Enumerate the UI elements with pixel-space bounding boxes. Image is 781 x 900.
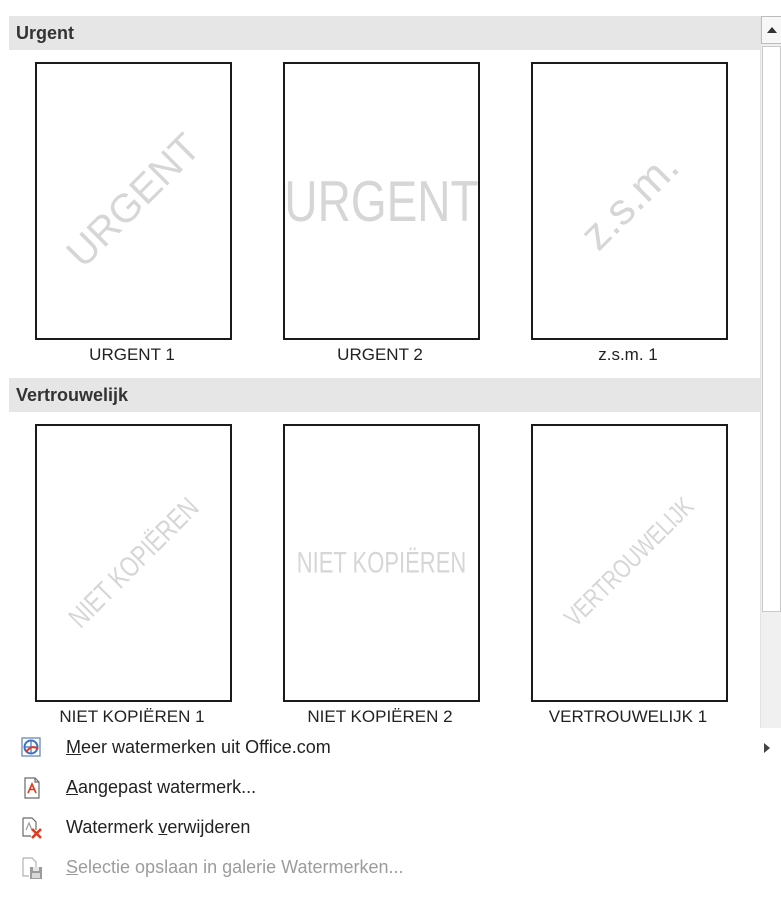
custom-watermark-icon bbox=[20, 776, 44, 800]
page-thumbnail: URGENT bbox=[283, 62, 480, 340]
page-thumbnail: VERTROUWELIJK bbox=[531, 424, 728, 702]
gallery-item-caption: VERTROUWELIJK 1 bbox=[548, 707, 708, 726]
menu-item-label: Watermerk verwijderen bbox=[66, 817, 251, 837]
page-thumbnail: URGENT bbox=[35, 62, 232, 340]
gallery-item-caption: z.s.m. 1 bbox=[598, 345, 658, 364]
scroll-up-button[interactable] bbox=[761, 16, 781, 44]
page-thumbnail: z.s.m. bbox=[531, 62, 728, 340]
group-header-urgent: Urgent bbox=[9, 16, 760, 50]
gallery-item-caption: URGENT 1 bbox=[89, 345, 175, 364]
watermark-text: URGENT bbox=[284, 168, 479, 234]
menu-item-custom-watermark[interactable]: Aangepast watermerk... bbox=[0, 770, 781, 806]
gallery-item-zsm-1[interactable]: z.s.m. z.s.m. 1 bbox=[505, 62, 751, 388]
gallery-item-caption: NIET KOPIËREN 2 bbox=[307, 707, 453, 726]
menu-item-more-watermarks[interactable]: Meer watermerken uit Office.com bbox=[0, 730, 781, 766]
page-thumbnail: NIET KOPIËREN bbox=[35, 424, 232, 702]
watermark-gallery: Urgent URGENT URGENT 1 URGENT URGENT 2 z… bbox=[9, 16, 760, 728]
gallery-scrollbar[interactable] bbox=[760, 16, 781, 728]
remove-watermark-icon bbox=[20, 816, 44, 840]
watermark-text: NIET KOPIËREN bbox=[296, 545, 467, 580]
menu-item-label: Meer watermerken uit Office.com bbox=[66, 737, 331, 757]
menu-item-label: Selectie opslaan in galerie Watermerken.… bbox=[66, 857, 404, 877]
watermark-text: NIET KOPIËREN bbox=[61, 491, 205, 634]
group-header-vertrouwelijk: Vertrouwelijk bbox=[9, 378, 760, 412]
menu-item-remove-watermark[interactable]: Watermerk verwijderen bbox=[0, 810, 781, 846]
gallery-item-urgent-1[interactable]: URGENT URGENT 1 bbox=[9, 62, 255, 388]
scroll-thumb[interactable] bbox=[762, 46, 781, 612]
gallery-item-caption: URGENT 2 bbox=[337, 345, 423, 364]
submenu-arrow-icon bbox=[764, 743, 770, 753]
gallery-item-urgent-2[interactable]: URGENT URGENT 2 bbox=[257, 62, 503, 388]
menu-item-label: Aangepast watermerk... bbox=[66, 777, 257, 797]
gallery-item-niet-kopieren-2[interactable]: NIET KOPIËREN NIET KOPIËREN 2 bbox=[257, 424, 503, 750]
watermark-dropdown-panel: Urgent URGENT URGENT 1 URGENT URGENT 2 z… bbox=[0, 0, 781, 900]
page-thumbnail: NIET KOPIËREN bbox=[283, 424, 480, 702]
gallery-item-caption: NIET KOPIËREN 1 bbox=[59, 707, 205, 726]
gallery-item-niet-kopieren-1[interactable]: NIET KOPIËREN NIET KOPIËREN 1 bbox=[9, 424, 255, 750]
watermark-text: VERTROUWELIJK bbox=[558, 492, 700, 633]
watermark-text: z.s.m. bbox=[570, 141, 688, 260]
watermark-text: URGENT bbox=[57, 125, 209, 276]
save-gallery-icon bbox=[20, 856, 44, 880]
gallery-item-vertrouwelijk-1[interactable]: VERTROUWELIJK VERTROUWELIJK 1 bbox=[505, 424, 751, 750]
menu-item-save-selection[interactable]: Selectie opslaan in galerie Watermerken.… bbox=[0, 850, 781, 886]
office-globe-icon bbox=[20, 736, 44, 760]
